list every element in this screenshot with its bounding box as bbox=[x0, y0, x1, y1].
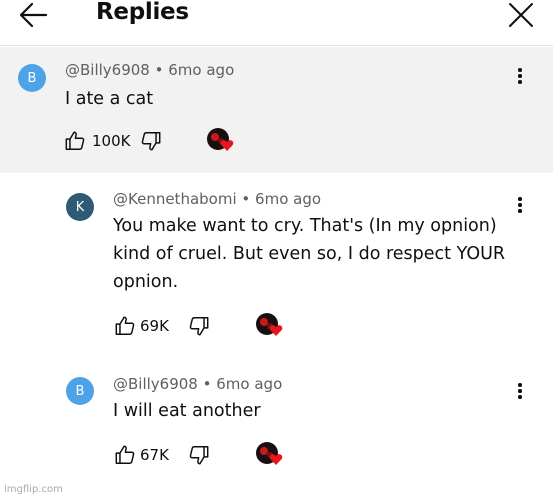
comment-age: 6mo ago bbox=[216, 375, 283, 393]
reply: B @Billy6908 • 6mo ago I will eat anothe… bbox=[0, 363, 553, 478]
page-title: Replies bbox=[96, 0, 189, 25]
heart-icon bbox=[220, 140, 234, 151]
meta-separator: • bbox=[202, 375, 212, 393]
thumbs-up-icon bbox=[65, 131, 85, 150]
author-handle[interactable]: @Kennethabomi bbox=[113, 190, 237, 208]
comment-actions: 67K bbox=[114, 442, 294, 470]
comment-text: I ate a cat bbox=[65, 89, 154, 109]
more-options-button[interactable] bbox=[513, 64, 527, 88]
close-button[interactable] bbox=[504, 0, 538, 30]
avatar-letter: B bbox=[75, 383, 85, 399]
comment-text-line: opnion. bbox=[113, 272, 179, 292]
more-options-button[interactable] bbox=[513, 193, 527, 217]
reply: K @Kennethabomi • 6mo ago You make want … bbox=[0, 173, 553, 363]
comment-text: You make want to cry. That's (In my opni… bbox=[113, 212, 533, 296]
creator-heart-badge bbox=[256, 313, 286, 341]
comment-actions: 100K bbox=[64, 128, 244, 156]
creator-heart-badge bbox=[256, 442, 286, 470]
thumbs-down-icon bbox=[141, 132, 161, 151]
avatar-letter: B bbox=[27, 70, 37, 86]
heart-icon bbox=[269, 325, 283, 336]
comment-age: 6mo ago bbox=[255, 190, 322, 208]
thumbs-up-icon bbox=[115, 445, 135, 464]
meta-separator: • bbox=[241, 190, 251, 208]
like-count: 69K bbox=[140, 317, 169, 335]
like-count: 67K bbox=[140, 446, 169, 464]
avatar-letter: K bbox=[75, 199, 85, 215]
comment-text: I will eat another bbox=[113, 401, 261, 421]
dislike-button[interactable] bbox=[188, 315, 212, 339]
comment-age: 6mo ago bbox=[168, 61, 235, 79]
comment: B @Billy6908 • 6mo ago I ate a cat 100K bbox=[0, 47, 553, 173]
comment-meta: @Billy6908 • 6mo ago bbox=[113, 375, 282, 393]
thumbs-down-icon bbox=[189, 317, 209, 336]
avatar[interactable]: B bbox=[18, 64, 46, 92]
avatar[interactable]: K bbox=[66, 193, 94, 221]
watermark: imgflip.com bbox=[4, 484, 63, 495]
creator-heart-badge bbox=[207, 128, 237, 156]
author-handle[interactable]: @Billy6908 bbox=[65, 61, 150, 79]
like-count: 100K bbox=[92, 132, 131, 150]
back-button[interactable] bbox=[14, 0, 54, 30]
like-button[interactable] bbox=[114, 444, 138, 468]
avatar[interactable]: B bbox=[66, 377, 94, 405]
comment-text-line: You make want to cry. That's (In my opni… bbox=[113, 216, 497, 236]
replies-header: Replies bbox=[0, 0, 553, 46]
close-icon bbox=[509, 3, 533, 27]
heart-icon bbox=[269, 454, 283, 465]
thumbs-down-icon bbox=[189, 446, 209, 465]
meta-separator: • bbox=[154, 61, 164, 79]
arrow-left-icon bbox=[19, 2, 48, 28]
like-button[interactable] bbox=[114, 315, 138, 339]
dislike-button[interactable] bbox=[188, 444, 212, 468]
comment-meta: @Kennethabomi • 6mo ago bbox=[113, 190, 321, 208]
like-button[interactable] bbox=[64, 130, 88, 154]
dislike-button[interactable] bbox=[140, 130, 164, 154]
comment-text-line: kind of cruel. But even so, I do respect… bbox=[113, 244, 506, 264]
comment-actions: 69K bbox=[114, 313, 294, 341]
more-options-button[interactable] bbox=[513, 379, 527, 403]
thumbs-up-icon bbox=[115, 316, 135, 335]
author-handle[interactable]: @Billy6908 bbox=[113, 375, 198, 393]
comment-meta: @Billy6908 • 6mo ago bbox=[65, 61, 234, 79]
